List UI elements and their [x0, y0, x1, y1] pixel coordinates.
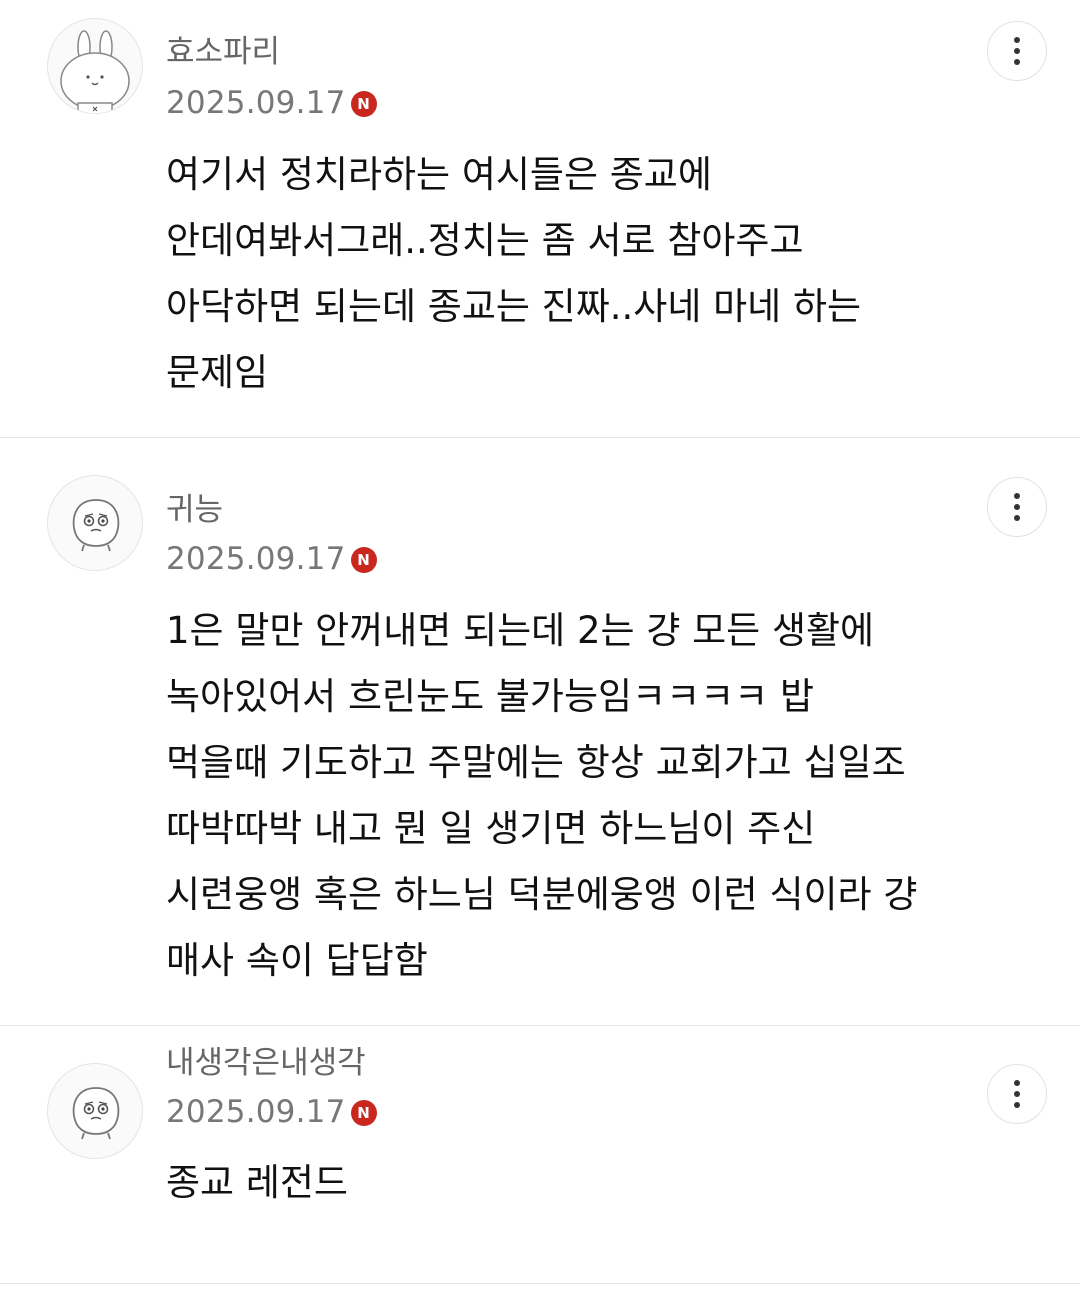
- blob-character-avatar-icon[interactable]: [47, 475, 143, 571]
- more-options-button[interactable]: [987, 21, 1047, 81]
- comment-text-line: 안데여봐서그래..정치는 좀 서로 참아주고: [166, 219, 804, 262]
- comment-item: 효소파리 2025.09.17 N 여기서 정치라하는 여시들은 종교에 안데여…: [0, 0, 1080, 438]
- blob-character-avatar-icon[interactable]: [47, 1063, 143, 1159]
- comment-author[interactable]: 효소파리: [166, 32, 280, 72]
- comment-text-line: 먹을때 기도하고 주말에는 항상 교회가고 십일조: [166, 741, 906, 784]
- comment-body: 종교 레전드: [166, 1150, 990, 1216]
- comment-body: 여기서 정치라하는 여시들은 종교에 안데여봐서그래..정치는 좀 서로 참아주…: [166, 142, 990, 406]
- dot-icon: [1014, 504, 1020, 510]
- dot-icon: [1014, 493, 1020, 499]
- comment-text-line: 녹아있어서 흐린눈도 불가능임ㅋㅋㅋㅋ 밥: [166, 675, 815, 718]
- dot-icon: [1014, 1102, 1020, 1108]
- dot-icon: [1014, 37, 1020, 43]
- comment-date: 2025.09.17: [166, 541, 346, 577]
- comment-date: 2025.09.17: [166, 85, 346, 121]
- comment-text-line: 따박따박 내고 뭔 일 생기면 하느님이 주신: [166, 807, 816, 850]
- comment-text-line: 1은 말만 안꺼내면 되는데 2는 걍 모든 생활에: [166, 609, 875, 652]
- dot-icon: [1014, 515, 1020, 521]
- comment-text-line: 종교 레전드: [166, 1161, 348, 1204]
- dot-icon: [1014, 1091, 1020, 1097]
- comment-item: 귀능 2025.09.17 N 1은 말만 안꺼내면 되는데 2는 걍 모든 생…: [0, 438, 1080, 1026]
- comment-author[interactable]: 귀능: [166, 490, 223, 530]
- more-options-button[interactable]: [987, 1064, 1047, 1124]
- comment-meta: 2025.09.17 N: [166, 539, 377, 579]
- new-badge: N: [350, 547, 377, 573]
- bunny-avatar-icon[interactable]: [47, 18, 143, 114]
- comment-item: 내생각은내생각 2025.09.17 N 종교 레전드: [0, 1026, 1080, 1284]
- comment-body: 1은 말만 안꺼내면 되는데 2는 걍 모든 생활에 녹아있어서 흐린눈도 불가…: [166, 598, 990, 994]
- dot-icon: [1014, 59, 1020, 65]
- comment-meta: 2025.09.17 N: [166, 83, 377, 123]
- comment-text-line: 매사 속이 답답함: [166, 939, 428, 982]
- dot-icon: [1014, 48, 1020, 54]
- dot-icon: [1014, 1080, 1020, 1086]
- more-options-button[interactable]: [987, 477, 1047, 537]
- new-badge: N: [350, 1100, 377, 1126]
- comment-text-line: 문제임: [166, 351, 269, 394]
- comment-text-line: 아닥하면 되는데 종교는 진짜..사네 마네 하는: [166, 285, 862, 328]
- new-badge: N: [350, 91, 377, 117]
- comment-author[interactable]: 내생각은내생각: [166, 1043, 366, 1083]
- comment-meta: 2025.09.17 N: [166, 1092, 377, 1132]
- comment-text-line: 여기서 정치라하는 여시들은 종교에: [166, 153, 712, 196]
- comment-text-line: 시련웅앵 혹은 하느님 덕분에웅앵 이런 식이라 걍: [166, 873, 918, 916]
- comment-date: 2025.09.17: [166, 1094, 346, 1130]
